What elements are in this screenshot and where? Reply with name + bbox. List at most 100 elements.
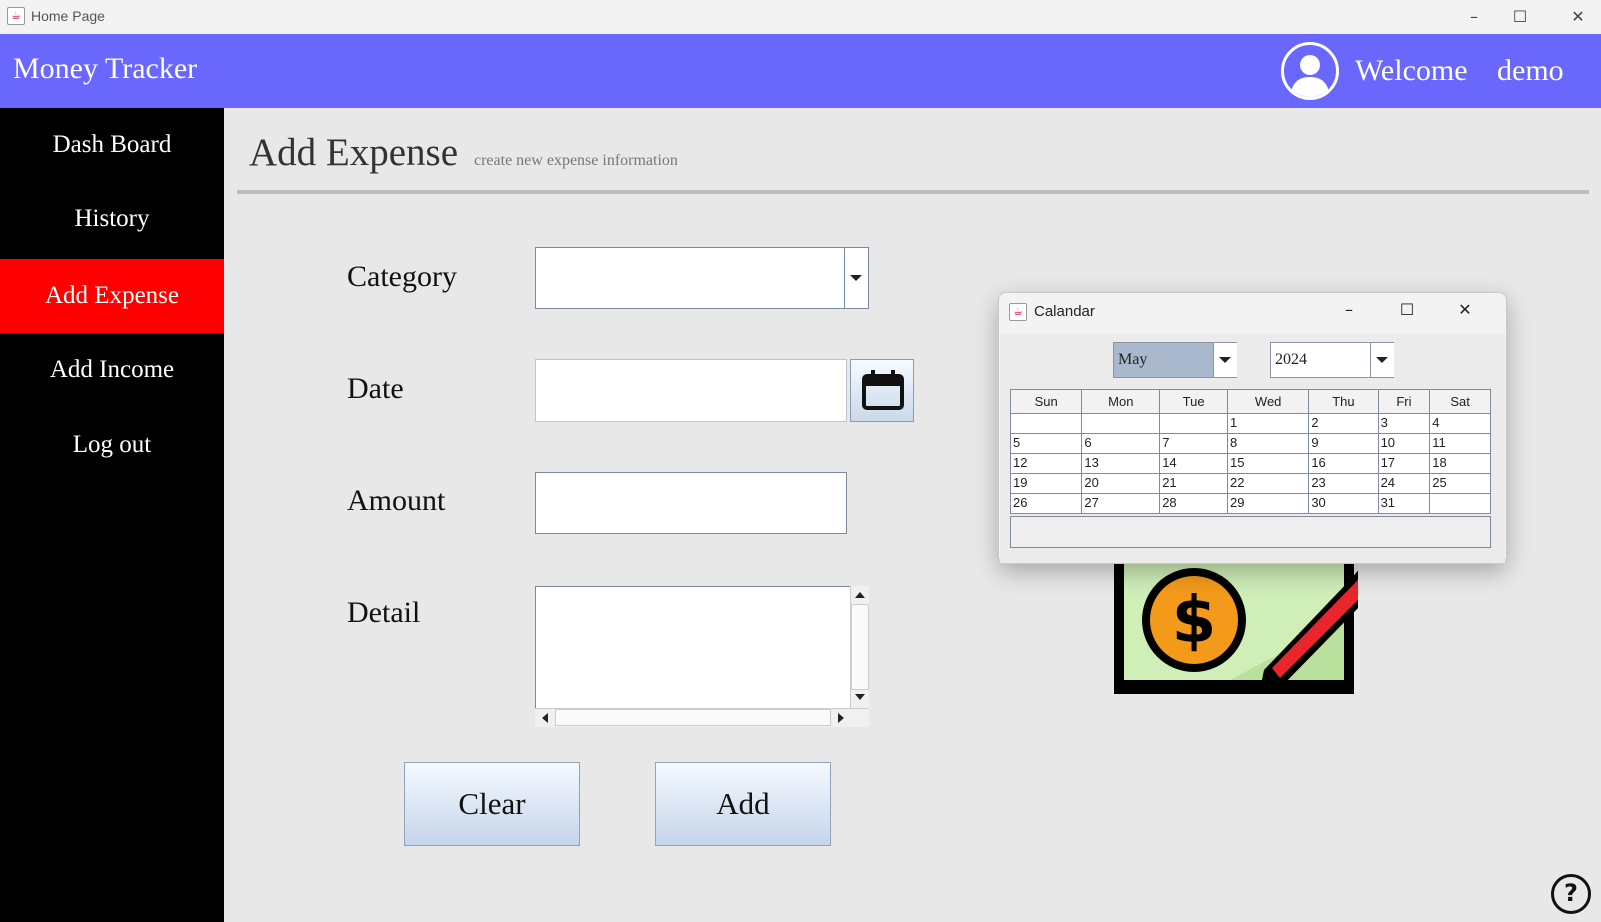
month-value: May — [1118, 351, 1148, 368]
maximize-button[interactable]: ☐ — [1497, 5, 1543, 29]
calendar-day-cell[interactable]: 25 — [1429, 473, 1491, 494]
calendar-day-cell[interactable]: 10 — [1377, 433, 1431, 454]
calendar-day-cell — [1159, 413, 1228, 434]
calendar-day-cell[interactable]: 7 — [1159, 433, 1228, 454]
date-input[interactable] — [535, 359, 847, 422]
calendar-app-icon: ☕ — [1009, 303, 1027, 321]
calendar-day-cell[interactable]: 9 — [1308, 433, 1379, 454]
calendar-day-cell[interactable]: 20 — [1081, 473, 1161, 494]
scroll-up-icon[interactable] — [855, 592, 865, 598]
calendar-day-cell[interactable]: 12 — [1009, 453, 1083, 474]
calendar-day-cell[interactable]: 13 — [1081, 453, 1161, 474]
date-label: Date — [347, 372, 404, 405]
calendar-day-cell[interactable]: 8 — [1226, 433, 1310, 454]
scroll-left-icon[interactable] — [542, 713, 548, 723]
calendar-day-cell[interactable]: 26 — [1009, 493, 1083, 514]
app-title: Money Tracker — [13, 52, 198, 85]
scroll-right-icon[interactable] — [838, 713, 844, 723]
avatar-icon — [1281, 42, 1339, 100]
sidebar-item-add-expense[interactable]: Add Expense — [0, 259, 224, 333]
scroll-h-thumb[interactable] — [555, 709, 831, 726]
calendar-day-cell[interactable]: 30 — [1308, 493, 1379, 514]
amount-label: Amount — [347, 484, 446, 517]
svg-text:$: $ — [1172, 584, 1217, 658]
sidebar-item-logout[interactable]: Log out — [0, 408, 224, 482]
window-title: Home Page — [31, 8, 105, 24]
category-dropdown-button[interactable] — [844, 248, 868, 308]
page-subtitle: create new expense information — [474, 152, 678, 169]
calendar-day-cell[interactable]: 27 — [1081, 493, 1161, 514]
calendar-day-cell[interactable]: 28 — [1159, 493, 1228, 514]
minimize-button[interactable]: – — [1451, 5, 1497, 29]
calendar-day-cell[interactable]: 1 — [1226, 413, 1310, 434]
calendar-day-cell[interactable]: 5 — [1009, 433, 1083, 454]
weekday-header: Wed — [1226, 389, 1310, 414]
calendar-day-cell[interactable]: 29 — [1226, 493, 1310, 514]
calendar-day-cell[interactable]: 23 — [1308, 473, 1379, 494]
weekday-header: Fri — [1377, 389, 1431, 414]
calendar-day-cell[interactable]: 14 — [1159, 453, 1228, 474]
year-dropdown-button[interactable] — [1370, 343, 1394, 377]
weekday-header: Thu — [1308, 389, 1379, 414]
calendar-day-cell[interactable]: 11 — [1429, 433, 1491, 454]
category-label: Category — [347, 260, 457, 293]
calendar-day-cell[interactable]: 18 — [1429, 453, 1491, 474]
weekday-header: Sat — [1429, 389, 1491, 414]
chevron-down-icon — [1376, 357, 1388, 363]
calendar-day-cell[interactable]: 2 — [1308, 413, 1379, 434]
calendar-grid: Sun Mon Tue Wed Thu Fri Sat 1 2 3 4 5 6 7 8 9 10 1… — [1009, 389, 1491, 514]
calendar-day-cell[interactable]: 31 — [1377, 493, 1431, 514]
calendar-day-cell[interactable]: 24 — [1377, 473, 1431, 494]
year-value: 2024 — [1275, 351, 1307, 368]
calendar-button[interactable] — [850, 359, 914, 422]
calendar-day-cell[interactable]: 17 — [1377, 453, 1431, 474]
welcome-text: Welcome — [1355, 54, 1468, 87]
scroll-thumb[interactable] — [851, 604, 869, 690]
page-title: Add Expense — [249, 131, 459, 174]
help-icon[interactable]: ? — [1551, 874, 1591, 914]
calendar-footer — [1010, 516, 1491, 548]
amount-input[interactable] — [535, 472, 847, 534]
calendar-minimize-button[interactable]: – — [1331, 297, 1367, 323]
calendar-day-cell[interactable]: 15 — [1226, 453, 1310, 474]
sidebar-item-history[interactable]: History — [0, 182, 224, 256]
calendar-day-cell[interactable]: 4 — [1429, 413, 1491, 434]
sidebar-item-add-income[interactable]: Add Income — [0, 333, 224, 407]
detail-horizontal-scrollbar[interactable] — [535, 708, 869, 727]
page-divider — [237, 190, 1589, 194]
detail-vertical-scrollbar[interactable] — [850, 586, 869, 708]
calendar-icon — [862, 370, 904, 410]
calendar-day-cell[interactable]: 3 — [1377, 413, 1431, 434]
calendar-window-title: Calandar — [1034, 303, 1095, 320]
calendar-week-row: 19 20 21 22 23 24 25 — [1009, 473, 1491, 494]
chevron-down-icon — [1219, 357, 1231, 363]
category-select[interactable] — [535, 247, 869, 309]
close-button[interactable]: ✕ — [1555, 5, 1601, 29]
sidebar-item-dashboard[interactable]: Dash Board — [0, 108, 224, 182]
calendar-day-cell — [1081, 413, 1161, 434]
calendar-maximize-button[interactable]: ☐ — [1389, 297, 1425, 323]
add-button[interactable]: Add — [655, 762, 831, 846]
calendar-close-button[interactable]: ✕ — [1447, 297, 1483, 323]
weekday-header: Mon — [1081, 389, 1161, 414]
detail-textarea[interactable] — [535, 586, 869, 727]
scroll-down-icon[interactable] — [855, 694, 865, 700]
detail-label: Detail — [347, 596, 421, 629]
weekday-header-row: Sun Mon Tue Wed Thu Fri Sat — [1009, 389, 1491, 414]
calendar-day-cell[interactable]: 6 — [1081, 433, 1161, 454]
calendar-week-row: 1234 — [1009, 413, 1491, 434]
calendar-day-cell[interactable]: 21 — [1159, 473, 1228, 494]
clear-button[interactable]: Clear — [404, 762, 580, 846]
app-header: Money Tracker Welcome demo — [0, 34, 1601, 108]
sidebar: Dash Board History Add Expense Add Incom… — [0, 108, 224, 922]
weekday-header: Sun — [1009, 389, 1083, 414]
calendar-week-row: 26 27 28 29 30 31 — [1009, 493, 1491, 514]
calendar-day-cell[interactable]: 16 — [1308, 453, 1379, 474]
dollar-coin-icon: $ — [1142, 568, 1246, 672]
month-dropdown-button[interactable] — [1213, 343, 1237, 377]
window-titlebar: ☕ Home Page – ☐ ✕ — [0, 0, 1601, 34]
calendar-week-row: 12 13 14 15 16 17 18 — [1009, 453, 1491, 474]
calendar-day-cell[interactable]: 22 — [1226, 473, 1310, 494]
calendar-day-cell — [1429, 493, 1491, 514]
calendar-day-cell[interactable]: 19 — [1009, 473, 1083, 494]
